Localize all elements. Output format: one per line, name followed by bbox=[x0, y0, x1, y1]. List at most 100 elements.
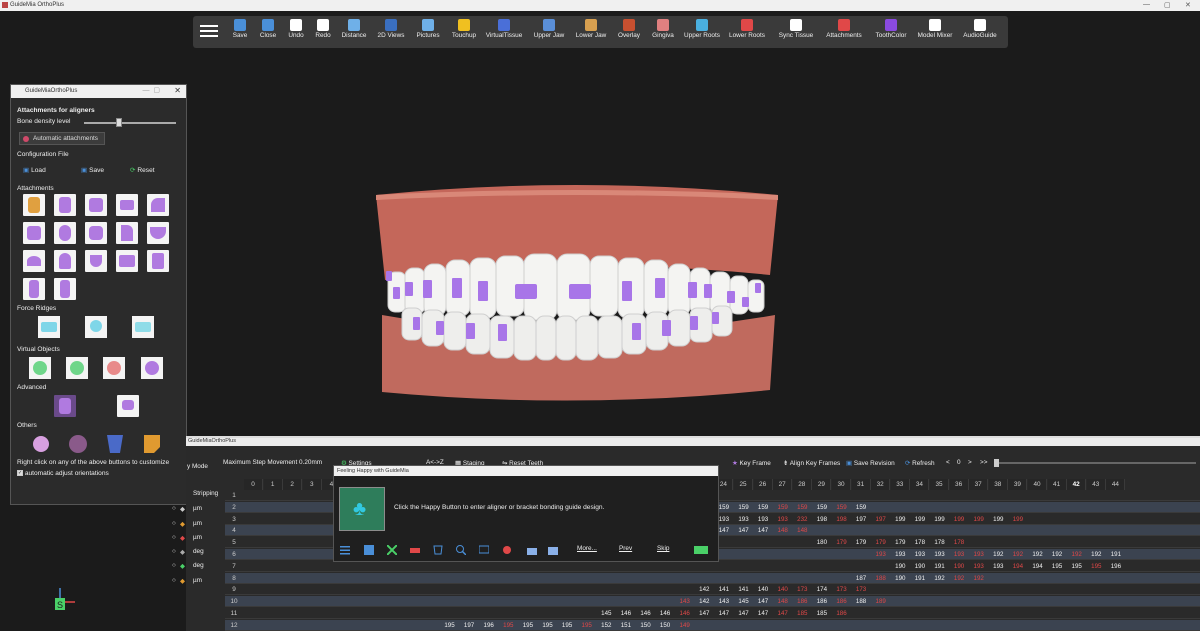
automatic-attachments-button[interactable]: Automatic attachments bbox=[19, 132, 105, 145]
table-cell[interactable]: 197 bbox=[460, 620, 479, 629]
window-close-icon[interactable]: ✕ bbox=[1185, 1, 1191, 9]
toolbar-undo-button[interactable]: Undo bbox=[285, 18, 307, 46]
table-cell[interactable]: 159 bbox=[754, 502, 773, 511]
table-cell[interactable]: 159 bbox=[793, 502, 812, 511]
attachment-shape-button-8[interactable] bbox=[116, 222, 138, 244]
happy-button-icon[interactable] bbox=[694, 545, 708, 555]
stage-last-button[interactable]: >> bbox=[980, 459, 987, 466]
attachment-shape-button-16[interactable] bbox=[54, 278, 76, 300]
table-cell[interactable]: 193 bbox=[754, 514, 773, 523]
table-cell[interactable]: 195 bbox=[1067, 561, 1086, 570]
table-cell[interactable]: 193 bbox=[891, 549, 910, 558]
table-cell[interactable]: 151 bbox=[616, 620, 635, 629]
toolbar-gingiva-button[interactable]: Gingiva bbox=[649, 18, 677, 46]
save-revision-button[interactable]: ▣ Save Revision bbox=[846, 459, 895, 467]
table-cell[interactable]: 186 bbox=[812, 596, 831, 605]
attachment-shape-button-3[interactable] bbox=[116, 194, 138, 216]
advanced-button-1[interactable] bbox=[54, 395, 76, 417]
toolbar-redo-button[interactable]: Redo bbox=[312, 18, 334, 46]
column-header[interactable]: 2 bbox=[283, 479, 303, 490]
toolbar-attachments-button[interactable]: Attachments bbox=[823, 18, 865, 46]
table-cell[interactable]: 141 bbox=[734, 584, 753, 593]
table-cell[interactable]: 193 bbox=[969, 549, 988, 558]
table-cell[interactable]: 148 bbox=[773, 596, 792, 605]
force-ridge-button-3[interactable] bbox=[132, 316, 154, 338]
tooth-icon[interactable] bbox=[433, 545, 443, 555]
table-cell[interactable]: 193 bbox=[950, 549, 969, 558]
table-cell[interactable]: 140 bbox=[773, 584, 792, 593]
attachment-shape-button-6[interactable] bbox=[54, 222, 76, 244]
table-cell[interactable]: 147 bbox=[773, 608, 792, 617]
column-header[interactable]: 31 bbox=[851, 479, 871, 490]
attachment-shape-button-5[interactable] bbox=[23, 222, 45, 244]
table-cell[interactable]: 196 bbox=[479, 620, 498, 629]
attachment-shape-button-10[interactable] bbox=[23, 250, 45, 272]
column-header[interactable]: 34 bbox=[910, 479, 930, 490]
table-cell[interactable]: 186 bbox=[832, 608, 851, 617]
table-cell[interactable]: 142 bbox=[695, 596, 714, 605]
movement-radio-5[interactable]: ○ bbox=[172, 577, 176, 584]
table-cell[interactable]: 147 bbox=[754, 608, 773, 617]
column-header[interactable]: 36 bbox=[949, 479, 969, 490]
attachment-shape-button-14[interactable] bbox=[147, 250, 169, 272]
list-icon[interactable] bbox=[340, 545, 350, 555]
max-step-value[interactable]: 0.20mm bbox=[299, 459, 322, 466]
search-tooth-icon[interactable] bbox=[456, 545, 466, 555]
table-cell[interactable]: 192 bbox=[1048, 549, 1067, 558]
table-cell[interactable]: 199 bbox=[969, 514, 988, 523]
column-header[interactable]: 29 bbox=[812, 479, 832, 490]
checkbox-checked[interactable]: ✓ bbox=[17, 470, 23, 477]
table-cell[interactable]: 147 bbox=[754, 596, 773, 605]
table-cell[interactable]: 159 bbox=[734, 502, 753, 511]
table-cell[interactable]: 186 bbox=[832, 596, 851, 605]
movement-radio-1[interactable]: ○ bbox=[172, 520, 176, 527]
table-cell[interactable]: 143 bbox=[714, 596, 733, 605]
column-header[interactable]: 32 bbox=[871, 479, 891, 490]
table-cell[interactable]: 199 bbox=[930, 514, 949, 523]
others-button-3[interactable] bbox=[104, 433, 126, 455]
views-icon[interactable] bbox=[364, 545, 374, 555]
column-header[interactable]: 3 bbox=[302, 479, 322, 490]
table-cell[interactable]: 147 bbox=[714, 608, 733, 617]
table-cell[interactable]: 146 bbox=[616, 608, 635, 617]
table-cell[interactable]: 140 bbox=[754, 584, 773, 593]
table-cell[interactable]: 141 bbox=[714, 584, 733, 593]
table-cell[interactable]: 147 bbox=[734, 525, 753, 534]
key-frame-button[interactable]: ★ Key Frame bbox=[732, 459, 771, 467]
table-cell[interactable]: 194 bbox=[1028, 561, 1047, 570]
gallery-icon[interactable] bbox=[548, 545, 558, 555]
table-row[interactable]: 9 142 141 141 140 140 173 174 173 173 bbox=[225, 584, 1200, 596]
table-cell[interactable]: 190 bbox=[891, 561, 910, 570]
maximize-icon[interactable]: ▢ bbox=[1164, 1, 1171, 9]
stage-prev-button[interactable]: < bbox=[946, 459, 950, 466]
attachment-shape-button-1[interactable] bbox=[54, 194, 76, 216]
table-cell[interactable]: 193 bbox=[910, 549, 929, 558]
reset-button[interactable]: ⟳ Reset bbox=[130, 166, 155, 174]
table-cell[interactable]: 199 bbox=[989, 514, 1008, 523]
toolbar-sync-tissue-button[interactable]: Sync Tissue bbox=[776, 18, 816, 46]
table-cell[interactable]: 148 bbox=[793, 525, 812, 534]
table-cell[interactable]: 185 bbox=[793, 608, 812, 617]
table-cell[interactable]: 189 bbox=[871, 596, 890, 605]
table-cell[interactable]: 178 bbox=[950, 537, 969, 546]
table-cell[interactable]: 142 bbox=[695, 584, 714, 593]
skip-link[interactable]: Skip bbox=[657, 545, 669, 552]
table-cell[interactable]: 195 bbox=[518, 620, 537, 629]
lower-jaw-icon[interactable] bbox=[410, 545, 420, 555]
table-cell[interactable]: 194 bbox=[1008, 561, 1027, 570]
auto-orient-checkbox[interactable]: ✓ automatic adjust orientations bbox=[17, 470, 109, 477]
table-cell[interactable]: 146 bbox=[636, 608, 655, 617]
force-ridge-button-1[interactable] bbox=[38, 316, 60, 338]
table-cell[interactable]: 179 bbox=[832, 537, 851, 546]
virtual-object-button-2[interactable] bbox=[66, 357, 88, 379]
table-cell[interactable]: 191 bbox=[1106, 549, 1125, 558]
table-cell[interactable]: 198 bbox=[812, 514, 831, 523]
toolbar-lower-roots-button[interactable]: Lower Roots bbox=[727, 18, 767, 46]
column-header[interactable]: 39 bbox=[1008, 479, 1028, 490]
column-header[interactable]: 37 bbox=[969, 479, 989, 490]
column-header[interactable]: 27 bbox=[773, 479, 793, 490]
advanced-button-2[interactable] bbox=[117, 395, 139, 417]
table-cell[interactable]: 193 bbox=[969, 561, 988, 570]
table-cell[interactable]: 179 bbox=[871, 537, 890, 546]
table-cell[interactable]: 193 bbox=[871, 549, 890, 558]
